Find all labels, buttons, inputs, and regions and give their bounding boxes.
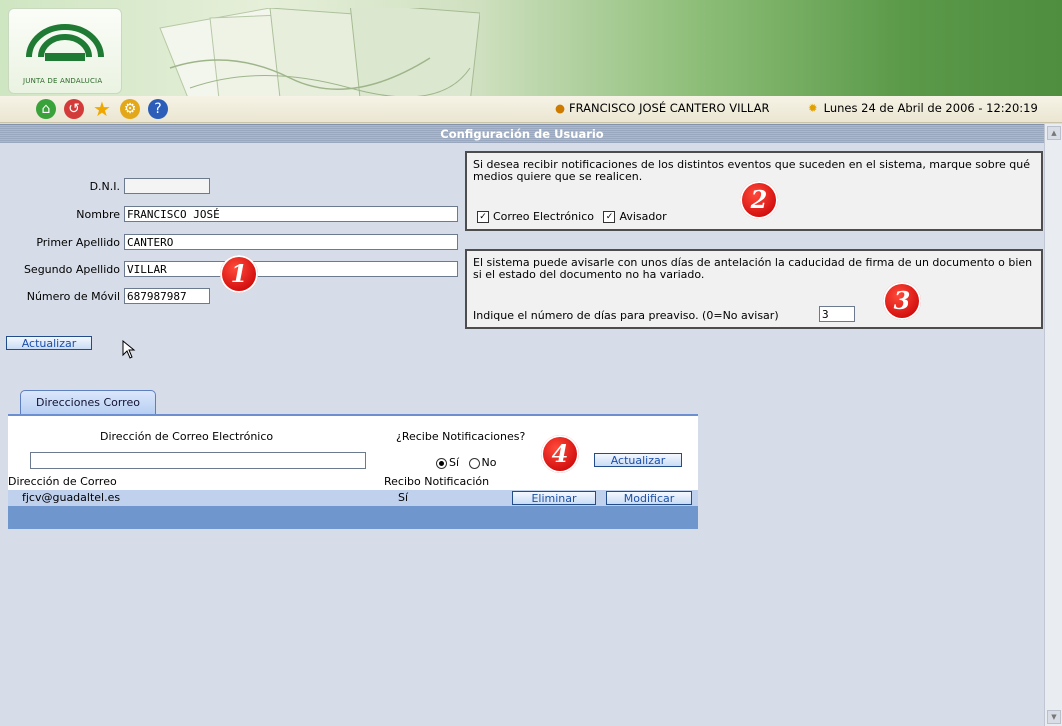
app-banner: JUNTA DE ANDALUCIA [0,0,1062,96]
expiry-text: El sistema puede avisarle con unos días … [473,256,1033,281]
days-row: Indique el número de días para preaviso.… [473,309,779,322]
radio-no[interactable] [468,457,480,469]
page-title-bar: Configuración de Usuario [0,124,1044,143]
row-notify: Sí [398,491,409,504]
help-icon[interactable]: ? [148,99,168,119]
scroll-down-icon[interactable]: ▼ [1047,710,1061,724]
vertical-scrollbar[interactable]: ▲ ▼ [1044,124,1062,726]
primer-apellido-label: Primer Apellido [36,236,120,249]
col-address-header: Dirección de Correo [8,475,117,488]
add-email-button[interactable]: Actualizar [594,453,682,467]
notify-radio-group: Sí No [436,456,497,469]
dni-field[interactable] [124,178,210,194]
home-icon[interactable]: ⌂ [36,99,56,119]
junta-andalucia-logo[interactable]: JUNTA DE ANDALUCIA [8,8,122,94]
user-icon: ● [555,101,566,115]
table-footer [8,506,698,529]
nombre-label: Nombre [76,208,120,221]
marker-3: 3 [883,282,921,320]
dni-label: D.N.I. [89,180,120,193]
marker-2: 2 [740,181,778,219]
segundo-apellido-field[interactable] [124,261,458,277]
new-address-input[interactable] [30,452,366,469]
back-icon[interactable]: ↺ [64,99,84,119]
movil-field[interactable] [124,288,210,304]
current-date: ✹ Lunes 24 de Abril de 2006 - 12:20:19 [808,101,1038,115]
delete-email-button[interactable]: Eliminar [512,491,596,505]
radio-yes[interactable] [436,457,447,469]
update-user-button[interactable]: Actualizar [6,336,92,350]
notify-header: ¿Recibe Notificaciones? [396,430,526,443]
toolbar: ⌂ ↺ ★ ⚙ ? ● FRANCISCO JOSÉ CANTERO VILLAR… [0,96,1062,123]
favorites-icon[interactable]: ★ [92,97,112,121]
email-panel: Dirección de Correo Electrónico ¿Recibe … [8,414,698,529]
user-name: FRANCISCO JOSÉ CANTERO VILLAR [569,101,770,115]
mouse-cursor-icon [122,340,136,359]
table-row: fjcv@guadaltel.es Sí Eliminar Modificar [8,490,698,506]
settings-icon[interactable]: ⚙ [120,99,140,119]
segundo-apellido-label: Segundo Apellido [23,263,120,276]
scroll-up-icon[interactable]: ▲ [1047,126,1061,140]
banner-decoration [159,8,480,96]
marker-1: 1 [220,255,258,293]
logo-arcs-icon [26,24,104,61]
avisador-checkbox-label: Avisador [619,210,667,223]
radio-yes-label: Sí [449,456,460,469]
tab-direcciones-correo[interactable]: Direcciones Correo [20,390,156,414]
page-title: Configuración de Usuario [440,127,604,141]
notification-options: ✓ Correo Electrónico ✓ Avisador [477,210,667,223]
primer-apellido-field[interactable] [124,234,458,250]
sun-icon: ✹ [808,101,818,115]
days-field[interactable] [819,306,855,322]
expiry-box: El sistema puede avisarle con unos días … [465,249,1043,329]
days-label: Indique el número de días para preaviso.… [473,309,779,322]
current-user: ● FRANCISCO JOSÉ CANTERO VILLAR [555,101,769,115]
col-notify-header: Recibo Notificación [384,475,490,488]
row-address: fjcv@guadaltel.es [22,491,121,504]
notifications-text: Si desea recibir notificaciones de los d… [473,158,1031,183]
edit-email-button[interactable]: Modificar [606,491,692,505]
date-text: Lunes 24 de Abril de 2006 - 12:20:19 [823,101,1038,115]
logo-text: JUNTA DE ANDALUCIA [23,77,103,85]
marker-4: 4 [541,435,579,473]
email-checkbox-label: Correo Electrónico [493,210,594,223]
movil-label: Número de Móvil [26,290,120,303]
radio-no-label: No [481,456,497,469]
nombre-field[interactable] [124,206,458,222]
toolbar-icons: ⌂ ↺ ★ ⚙ ? [36,97,168,121]
email-checkbox[interactable]: ✓ [477,211,489,223]
avisador-checkbox[interactable]: ✓ [603,211,616,223]
address-header: Dirección de Correo Electrónico [100,430,274,443]
